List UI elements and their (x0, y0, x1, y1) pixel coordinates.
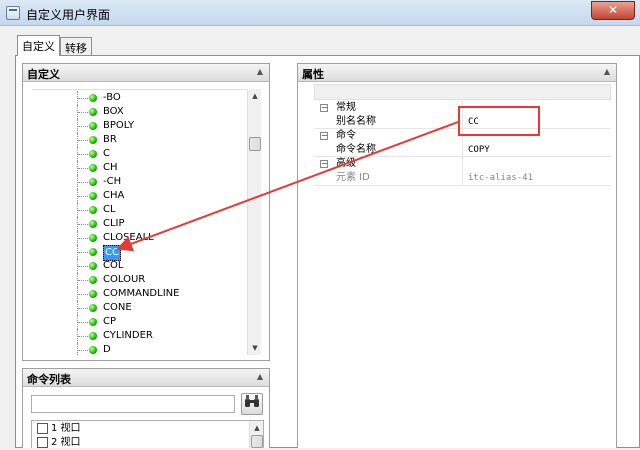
annotation-arrow (116, 121, 459, 252)
tab-customize[interactable]: 自定义 (17, 35, 60, 56)
